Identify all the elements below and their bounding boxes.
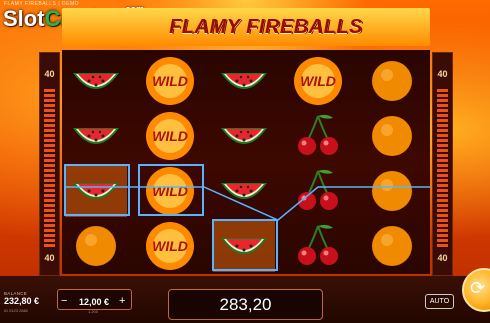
autoplay-button[interactable]: AUTO [425, 294, 454, 309]
win-highlight-frame [64, 164, 130, 216]
watermelon-symbol [213, 165, 275, 217]
win-value: 283,20 [219, 294, 272, 314]
wild-label: WILD [152, 238, 188, 254]
left-paylines-indicator: 40 40 [39, 52, 60, 276]
wild-fireball-symbol: WILD [287, 55, 349, 107]
game-title: FLAMY FIREBALLS [169, 15, 363, 38]
right-payline-bars [437, 89, 448, 247]
wild-label: WILD [300, 73, 336, 89]
orange-symbol [361, 55, 423, 107]
cherry-symbol [287, 220, 349, 272]
orange-symbol [361, 220, 423, 272]
orange-symbol [361, 110, 423, 162]
right-lines-count-top: 40 [437, 69, 448, 79]
right-lines-count-bottom: 40 [437, 253, 448, 263]
watermelon-symbol [213, 110, 275, 162]
cherry-symbol [287, 165, 349, 217]
cherry-symbol [287, 110, 349, 162]
bet-decrease-button[interactable]: − [61, 295, 67, 307]
game-title-banner: FLAMY FIREBALLS [62, 8, 430, 46]
orange-symbol [65, 220, 127, 272]
watermelon-symbol [65, 110, 127, 162]
wild-label: WILD [152, 128, 188, 144]
watermelon-symbol [213, 55, 275, 107]
balance-value: 232,80 € [4, 296, 40, 306]
wild-fireball-symbol: WILD [139, 110, 201, 162]
win-highlight-frame [138, 164, 204, 216]
watermelon-symbol [65, 55, 127, 107]
left-lines-count-bottom: 40 [44, 253, 55, 263]
wild-fireball-symbol: WILD [139, 55, 201, 107]
spin-arrow-icon: ⟳ [470, 278, 486, 298]
wild-label: WILD [152, 73, 188, 89]
win-highlight-frame [212, 219, 278, 271]
bet-note: 1.200 [88, 309, 99, 314]
watermark-slot: Slot [3, 6, 45, 31]
wild-fireball-symbol: WILD [139, 220, 201, 272]
orange-symbol [361, 165, 423, 217]
bet-increase-button[interactable]: + [119, 295, 125, 307]
left-lines-count-top: 40 [44, 69, 55, 79]
win-display: 283,20 [168, 289, 323, 320]
left-payline-bars [44, 89, 55, 247]
bet-value: 12,00 € [78, 297, 110, 307]
balance-note: ID 0123 2882 [4, 308, 29, 313]
right-paylines-indicator: 40 40 [432, 52, 453, 276]
